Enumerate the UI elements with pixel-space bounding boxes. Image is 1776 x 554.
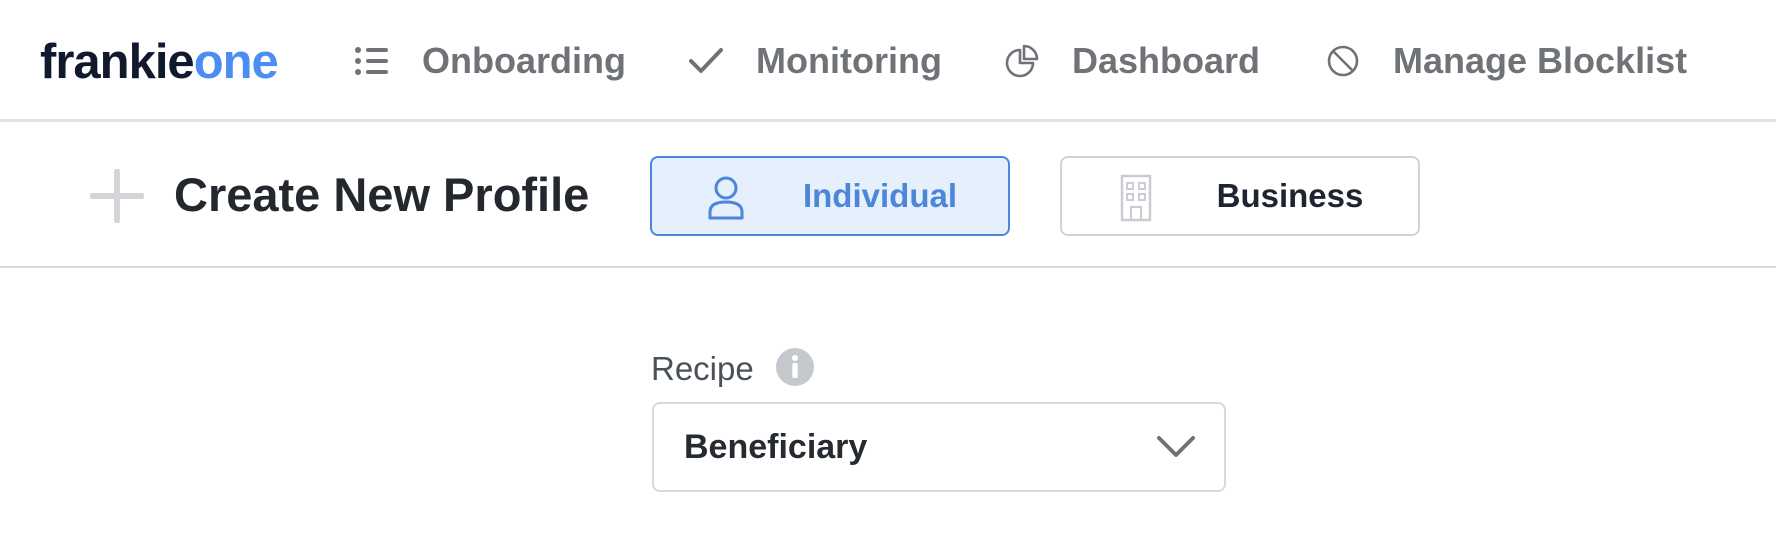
- list-icon: [352, 41, 392, 81]
- profile-type-business-button[interactable]: Business: [1060, 156, 1420, 236]
- nav-item-onboarding[interactable]: Onboarding: [352, 30, 626, 92]
- nav-label-dashboard: Dashboard: [1072, 40, 1261, 81]
- check-icon: [686, 41, 726, 81]
- recipe-label: Recipe: [651, 350, 754, 387]
- profile-type-individual-label: Individual: [802, 177, 957, 214]
- building-icon: [1112, 174, 1160, 222]
- recipe-select[interactable]: Beneficiary: [652, 402, 1226, 492]
- frankieone-logo[interactable]: frankieone: [40, 28, 279, 96]
- nav-label-manage-blocklist: Manage Blocklist: [1393, 40, 1688, 81]
- user-icon: [702, 174, 750, 222]
- info-icon[interactable]: [775, 347, 815, 387]
- chevron-down-icon: [1156, 430, 1196, 464]
- nav-item-manage-blocklist[interactable]: Manage Blocklist: [1323, 30, 1687, 92]
- top-navigation: frankieone Onboarding Monitoring Dashboa…: [0, 0, 1776, 122]
- logo-text-one: one: [193, 35, 279, 89]
- create-profile-header: Create New Profile Individual Business: [0, 122, 1776, 268]
- plus-icon: [88, 167, 146, 225]
- block-icon: [1323, 41, 1363, 81]
- profile-type-individual-button[interactable]: Individual: [650, 156, 1010, 236]
- recipe-selected-value: Beneficiary: [684, 428, 868, 466]
- nav-item-monitoring[interactable]: Monitoring: [686, 30, 942, 92]
- nav-label-onboarding: Onboarding: [422, 40, 626, 81]
- page-title: Create New Profile: [174, 168, 590, 221]
- logo-text-frankie: frankie: [40, 35, 195, 89]
- nav-item-dashboard[interactable]: Dashboard: [1002, 30, 1260, 92]
- pie-chart-icon: [1002, 41, 1042, 81]
- nav-label-monitoring: Monitoring: [756, 40, 942, 81]
- profile-type-business-label: Business: [1216, 177, 1364, 214]
